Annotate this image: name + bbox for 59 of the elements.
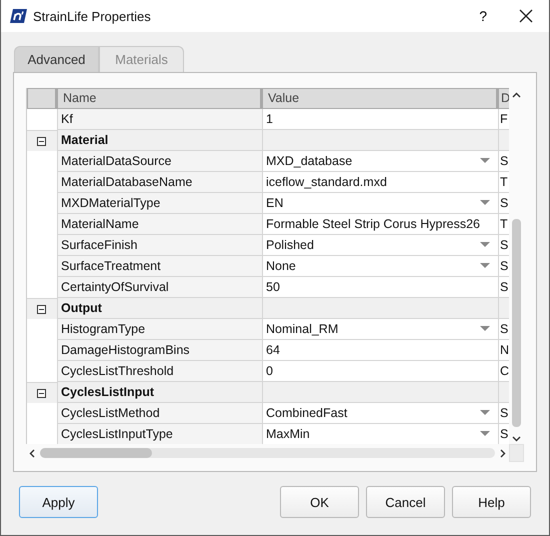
- collapse-icon[interactable]: [36, 388, 46, 398]
- property-name[interactable]: MaterialDataSource: [57, 151, 262, 172]
- app-logo-icon: [9, 9, 27, 23]
- scroll-thumb[interactable]: [512, 219, 522, 427]
- scroll-corner: [509, 444, 524, 462]
- column-header[interactable]: D: [498, 88, 510, 109]
- collapse-icon[interactable]: [36, 304, 46, 314]
- property-name[interactable]: SurfaceTreatment: [57, 256, 262, 277]
- category-label: Material: [61, 133, 108, 147]
- property-name[interactable]: HistogramType: [57, 319, 262, 340]
- property-name[interactable]: SurfaceFinish: [57, 235, 262, 256]
- scroll-down-icon[interactable]: [512, 436, 522, 442]
- property-value[interactable]: None: [262, 256, 498, 277]
- property-name[interactable]: MaterialName: [57, 214, 262, 235]
- property-value[interactable]: MXD_database: [262, 151, 498, 172]
- dropdown-arrow-icon[interactable]: [480, 326, 490, 332]
- column-header[interactable]: Name: [57, 88, 262, 109]
- dropdown-arrow-icon[interactable]: [480, 410, 490, 416]
- tab[interactable]: Advanced: [14, 46, 99, 72]
- property-value[interactable]: 64: [262, 340, 498, 361]
- close-icon[interactable]: [519, 9, 533, 23]
- property-name[interactable]: CyclesListThreshold: [57, 361, 262, 382]
- category-row[interactable]: Material: [27, 130, 510, 151]
- property-name[interactable]: CyclesListMethod: [57, 403, 262, 424]
- property-name[interactable]: CertaintyOfSurvival: [57, 277, 262, 298]
- scroll-thumb[interactable]: [40, 448, 152, 458]
- category-label: Output: [61, 301, 102, 315]
- property-value[interactable]: Nominal_RM: [262, 319, 498, 340]
- property-value[interactable]: MaxMin: [262, 424, 498, 444]
- category-label: CyclesListInput: [61, 385, 154, 399]
- scroll-left-icon[interactable]: [29, 448, 35, 458]
- dropdown-arrow-icon[interactable]: [480, 242, 490, 248]
- window-title: StrainLife Properties: [33, 8, 151, 24]
- scroll-up-icon[interactable]: [512, 92, 522, 98]
- dropdown-arrow-icon[interactable]: [480, 431, 490, 437]
- property-name[interactable]: MaterialDatabaseName: [57, 172, 262, 193]
- dialog-button[interactable]: Help: [452, 486, 531, 518]
- property-value[interactable]: Polished: [262, 235, 498, 256]
- help-button[interactable]: ?: [479, 8, 487, 24]
- property-value[interactable]: CombinedFast: [262, 403, 498, 424]
- dropdown-arrow-icon[interactable]: [480, 200, 490, 206]
- property-name[interactable]: CyclesListInputType: [57, 424, 262, 444]
- property-name[interactable]: Kf: [57, 109, 262, 130]
- column-header[interactable]: Value: [262, 88, 498, 109]
- scroll-right-icon[interactable]: [500, 448, 506, 458]
- property-value[interactable]: iceflow_standard.mxd: [262, 172, 498, 193]
- category-row[interactable]: CyclesListInput: [27, 382, 510, 403]
- property-value[interactable]: EN: [262, 193, 498, 214]
- dialog-button[interactable]: Apply: [19, 486, 98, 518]
- dialog-button[interactable]: Cancel: [366, 486, 445, 518]
- dialog-button[interactable]: OK: [280, 486, 359, 518]
- category-row[interactable]: Output: [27, 298, 510, 319]
- dropdown-arrow-icon[interactable]: [480, 158, 490, 164]
- dropdown-arrow-icon[interactable]: [480, 263, 490, 269]
- property-name[interactable]: MXDMaterialType: [57, 193, 262, 214]
- property-value[interactable]: Formable Steel Strip Corus Hypress26: [262, 214, 498, 235]
- header-cell: [27, 88, 57, 109]
- collapse-icon[interactable]: [36, 136, 46, 146]
- property-name[interactable]: DamageHistogramBins: [57, 340, 262, 361]
